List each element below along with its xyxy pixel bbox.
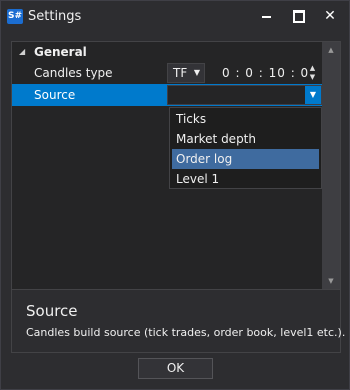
timeframe-field[interactable]: 0 : 0 : 10 : 0 ▲ ▼ <box>212 62 322 84</box>
chevron-down-icon: ▼ <box>193 68 200 77</box>
timeframe-spinner[interactable]: ▲ ▼ <box>308 64 318 82</box>
candles-type-value: TF <box>173 66 188 80</box>
source-dropdown-list: Ticks Market depth Order log Level 1 <box>169 107 322 189</box>
source-dropdown-button[interactable]: ▼ <box>305 86 321 104</box>
group-general[interactable]: ◢ General <box>12 42 322 62</box>
collapse-arrow-icon[interactable]: ◢ <box>19 42 25 62</box>
property-name: Candles type <box>34 66 113 80</box>
ok-button[interactable]: OK <box>138 358 213 379</box>
timeframe-value: 0 : 0 : 10 : 0 <box>222 66 310 80</box>
description-text: Candles build source (tick trades, order… <box>26 326 346 339</box>
close-button[interactable]: ✕ <box>313 5 347 27</box>
vertical-scrollbar[interactable]: ▲ ▼ <box>322 42 340 289</box>
spin-up-icon[interactable]: ▲ <box>308 64 318 73</box>
scroll-up-icon[interactable]: ▲ <box>322 42 340 58</box>
property-row-candles-type[interactable]: Candles type TF ▼ 0 : 0 : 10 : 0 ▲ ▼ <box>12 62 322 84</box>
dropdown-item-order-log[interactable]: Order log <box>172 149 319 169</box>
minimize-icon <box>262 16 271 18</box>
dropdown-item-ticks[interactable]: Ticks <box>172 109 319 129</box>
chevron-down-icon: ▼ <box>309 90 317 99</box>
settings-window: S# Settings ✕ ◢ General Candles type TF … <box>0 0 350 390</box>
title-bar[interactable]: S# Settings ✕ <box>1 1 349 33</box>
window-title: Settings <box>28 9 82 24</box>
property-row-source[interactable]: Source ▼ <box>12 84 322 106</box>
property-name: Source <box>34 88 76 102</box>
maximize-icon <box>293 10 305 23</box>
spin-down-icon[interactable]: ▼ <box>308 73 318 82</box>
description-title: Source <box>26 302 78 320</box>
dropdown-item-market-depth[interactable]: Market depth <box>172 129 319 149</box>
scroll-down-icon[interactable]: ▼ <box>322 273 340 289</box>
dropdown-item-level-1[interactable]: Level 1 <box>172 169 319 189</box>
app-icon: S# <box>7 9 23 24</box>
maximize-button[interactable] <box>281 5 315 27</box>
group-label: General <box>34 45 87 59</box>
description-panel: Source Candles build source (tick trades… <box>11 289 345 353</box>
minimize-button[interactable] <box>249 5 283 27</box>
close-icon: ✕ <box>324 8 336 24</box>
candles-type-combo[interactable]: TF ▼ <box>167 63 205 83</box>
source-combo[interactable]: ▼ <box>167 85 322 105</box>
